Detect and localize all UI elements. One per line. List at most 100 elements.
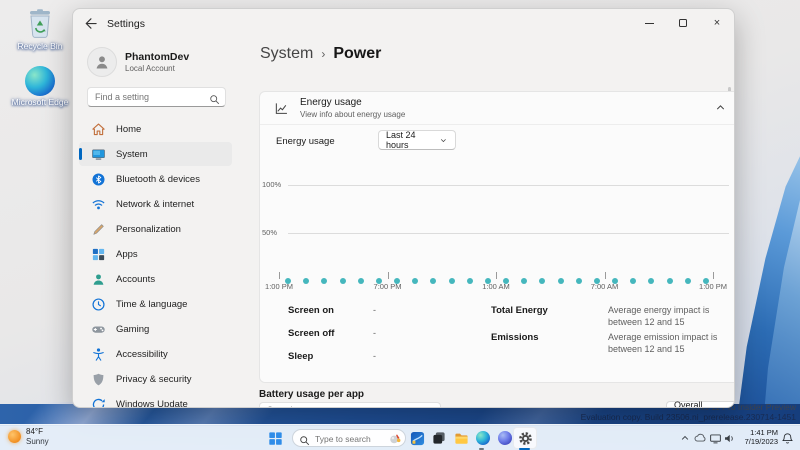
weather-condition: Sunny bbox=[26, 436, 49, 446]
stat-label: Sleep bbox=[288, 351, 314, 362]
energy-usage-card: Energy usage View info about energy usag… bbox=[259, 91, 734, 383]
sidebar-item-privacy-security[interactable]: Privacy & security bbox=[79, 367, 232, 391]
stat-value: - bbox=[373, 351, 376, 361]
edge-taskbar-icon[interactable] bbox=[474, 429, 492, 447]
stat-value: - bbox=[373, 328, 376, 338]
wifi-icon bbox=[92, 199, 105, 209]
stat-value: - bbox=[373, 305, 376, 315]
data-point bbox=[612, 278, 619, 284]
sidebar-item-network-internet[interactable]: Network & internet bbox=[79, 192, 232, 216]
user-account[interactable]: PhantomDev Local Account bbox=[87, 47, 189, 77]
window-title: Settings bbox=[107, 18, 145, 30]
volume-icon[interactable] bbox=[720, 429, 738, 447]
clock-icon bbox=[92, 297, 105, 311]
settings-window: Settings × PhantomDev Local Account Find… bbox=[72, 8, 735, 408]
sidebar-item-time-language[interactable]: Time & language bbox=[79, 292, 232, 316]
stat-label: Total Energy bbox=[491, 305, 548, 316]
update-icon bbox=[92, 398, 105, 407]
data-point bbox=[666, 278, 673, 284]
data-point bbox=[394, 278, 401, 284]
battery-usage-title: Battery usage per app bbox=[259, 389, 365, 400]
sidebar-nav: Home System Bluetooth & devices Network … bbox=[79, 117, 232, 407]
data-point bbox=[339, 278, 346, 284]
notification-bell-icon[interactable] bbox=[778, 429, 796, 447]
sidebar: PhantomDev Local Account Home System bbox=[73, 39, 238, 407]
sidebar-item-windows-update[interactable]: Windows Update bbox=[79, 392, 232, 407]
bluetooth-icon bbox=[92, 173, 105, 185]
search-highlights-icon bbox=[388, 432, 402, 450]
edge-icon bbox=[476, 431, 490, 445]
shield-icon bbox=[93, 373, 104, 385]
page-title: Power bbox=[333, 45, 382, 62]
sort-dropdown[interactable]: Overall usage bbox=[666, 400, 734, 407]
x-axis-tick bbox=[279, 272, 280, 279]
data-point bbox=[575, 278, 582, 284]
data-point bbox=[648, 278, 655, 284]
titlebar[interactable]: Settings × bbox=[73, 9, 734, 39]
battery-search-input[interactable] bbox=[267, 403, 417, 407]
breadcrumb-system[interactable]: System bbox=[260, 45, 313, 63]
sidebar-item-system[interactable]: System bbox=[79, 142, 232, 166]
clock[interactable]: 1:41 PM 7/19/2023 bbox=[745, 428, 778, 447]
maximize-button[interactable] bbox=[666, 9, 700, 37]
start-button[interactable] bbox=[266, 429, 284, 447]
close-button[interactable]: × bbox=[700, 9, 734, 37]
home-icon bbox=[92, 123, 105, 135]
settings-search-box[interactable] bbox=[87, 87, 226, 107]
content-pane: System › Power Energy usage View info ab… bbox=[238, 39, 734, 407]
x-axis-tick bbox=[604, 272, 606, 279]
weather-widget[interactable]: 84°F Sunny bbox=[8, 427, 49, 446]
data-point bbox=[412, 278, 419, 284]
sidebar-item-bluetooth-devices[interactable]: Bluetooth & devices bbox=[79, 167, 232, 191]
pen-icon bbox=[93, 223, 104, 235]
gridline bbox=[288, 233, 729, 234]
user-name: PhantomDev bbox=[125, 51, 190, 63]
stat-label: Screen off bbox=[288, 328, 335, 339]
breadcrumb-separator: › bbox=[321, 47, 326, 61]
taskbar-search-box[interactable] bbox=[292, 429, 406, 447]
x-axis-tick bbox=[496, 272, 497, 279]
gridline bbox=[288, 185, 729, 186]
stat-label: Emissions bbox=[491, 332, 539, 343]
desktop-icon-recycle-bin[interactable]: Recycle Bin bbox=[9, 8, 71, 52]
tray-time: 1:41 PM bbox=[750, 428, 778, 437]
settings-active-indicator bbox=[519, 447, 530, 450]
taskbar-search-input[interactable] bbox=[315, 431, 375, 446]
stat-label: Screen on bbox=[288, 305, 334, 316]
breadcrumb: System › Power bbox=[260, 45, 381, 63]
y-axis-label: 50% bbox=[262, 228, 278, 237]
data-point bbox=[503, 278, 510, 284]
task-view-icon[interactable] bbox=[430, 429, 448, 447]
file-explorer-icon[interactable] bbox=[452, 429, 470, 447]
copilot-icon[interactable] bbox=[496, 429, 514, 447]
gamepad-icon bbox=[92, 326, 105, 333]
minimize-button[interactable] bbox=[632, 9, 666, 37]
search-icon bbox=[209, 92, 220, 110]
data-point bbox=[448, 278, 455, 284]
sidebar-item-home[interactable]: Home bbox=[79, 117, 232, 141]
battery-search-box[interactable] bbox=[259, 402, 441, 407]
data-point bbox=[303, 278, 310, 284]
system-tray: 1:41 PM 7/19/2023 bbox=[681, 425, 800, 450]
settings-taskbar-icon[interactable] bbox=[516, 429, 534, 447]
pinned-app-icon[interactable] bbox=[408, 429, 426, 447]
gear-icon bbox=[518, 431, 532, 445]
desktop-icon-label: Microsoft Edge bbox=[11, 97, 69, 107]
back-icon[interactable] bbox=[83, 16, 101, 32]
sidebar-item-apps[interactable]: Apps bbox=[79, 242, 232, 266]
data-point bbox=[557, 278, 564, 284]
apps-icon bbox=[92, 248, 105, 260]
sidebar-item-gaming[interactable]: Gaming bbox=[79, 317, 232, 341]
sidebar-item-accounts[interactable]: Accounts bbox=[79, 267, 232, 291]
sidebar-item-personalization[interactable]: Personalization bbox=[79, 217, 232, 241]
data-point bbox=[593, 278, 600, 284]
sidebar-item-accessibility[interactable]: Accessibility bbox=[79, 342, 232, 366]
x-axis-tick bbox=[713, 272, 714, 279]
data-point bbox=[539, 278, 546, 284]
edge-running-indicator bbox=[479, 447, 484, 450]
windows-logo-icon bbox=[268, 431, 282, 445]
settings-search-input[interactable] bbox=[95, 88, 205, 106]
desktop-icon-label: Recycle Bin bbox=[17, 41, 63, 51]
desktop-icon-microsoft-edge[interactable]: Microsoft Edge bbox=[9, 66, 71, 108]
sort-by-label: Sort by: bbox=[628, 406, 659, 407]
